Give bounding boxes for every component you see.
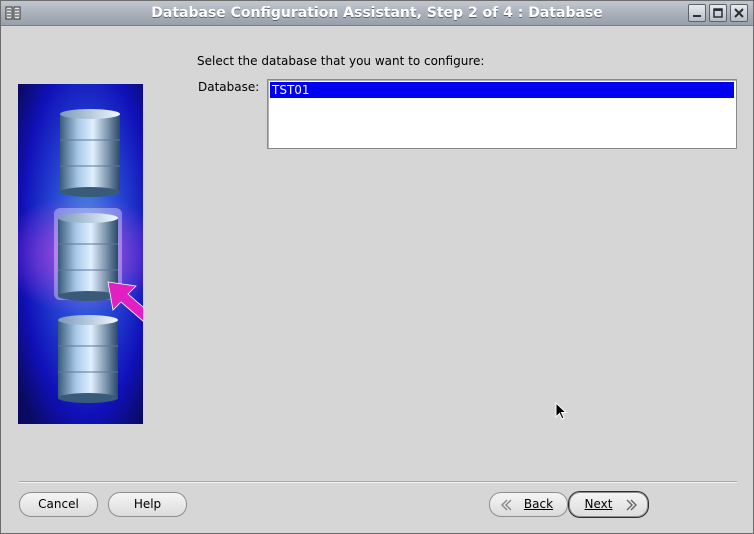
mouse-cursor-icon [555,402,568,420]
minimize-icon [693,15,701,17]
close-button[interactable] [730,4,748,22]
maximize-button[interactable] [709,4,727,22]
database-list-item[interactable]: TST01 [270,82,734,98]
cancel-label: Cancel [38,497,79,511]
back-button[interactable]: Back [489,492,568,517]
back-label: Back [523,497,554,511]
maximize-icon [713,8,723,18]
database-list[interactable]: TST01 [267,79,737,149]
window-title: Database Configuration Assistant, Step 2… [151,5,603,21]
next-label: Next [584,497,613,511]
title-bar[interactable]: Database Configuration Assistant, Step 2… [1,1,753,26]
help-button[interactable]: Help [108,492,187,517]
database-label: Database: [198,80,260,94]
prompt-text: Select the database that you want to con… [197,54,485,68]
minimize-button[interactable] [688,4,706,22]
close-icon [734,8,744,18]
dbca-window: Database Configuration Assistant, Step 2… [0,0,754,534]
next-button[interactable]: Next [568,491,649,518]
footer-separator [19,481,737,483]
database-illustration [18,84,143,424]
help-label: Help [133,497,162,511]
chevron-left-icon [501,499,512,511]
cancel-button[interactable]: Cancel [19,492,98,517]
chevron-right-icon [626,499,637,511]
